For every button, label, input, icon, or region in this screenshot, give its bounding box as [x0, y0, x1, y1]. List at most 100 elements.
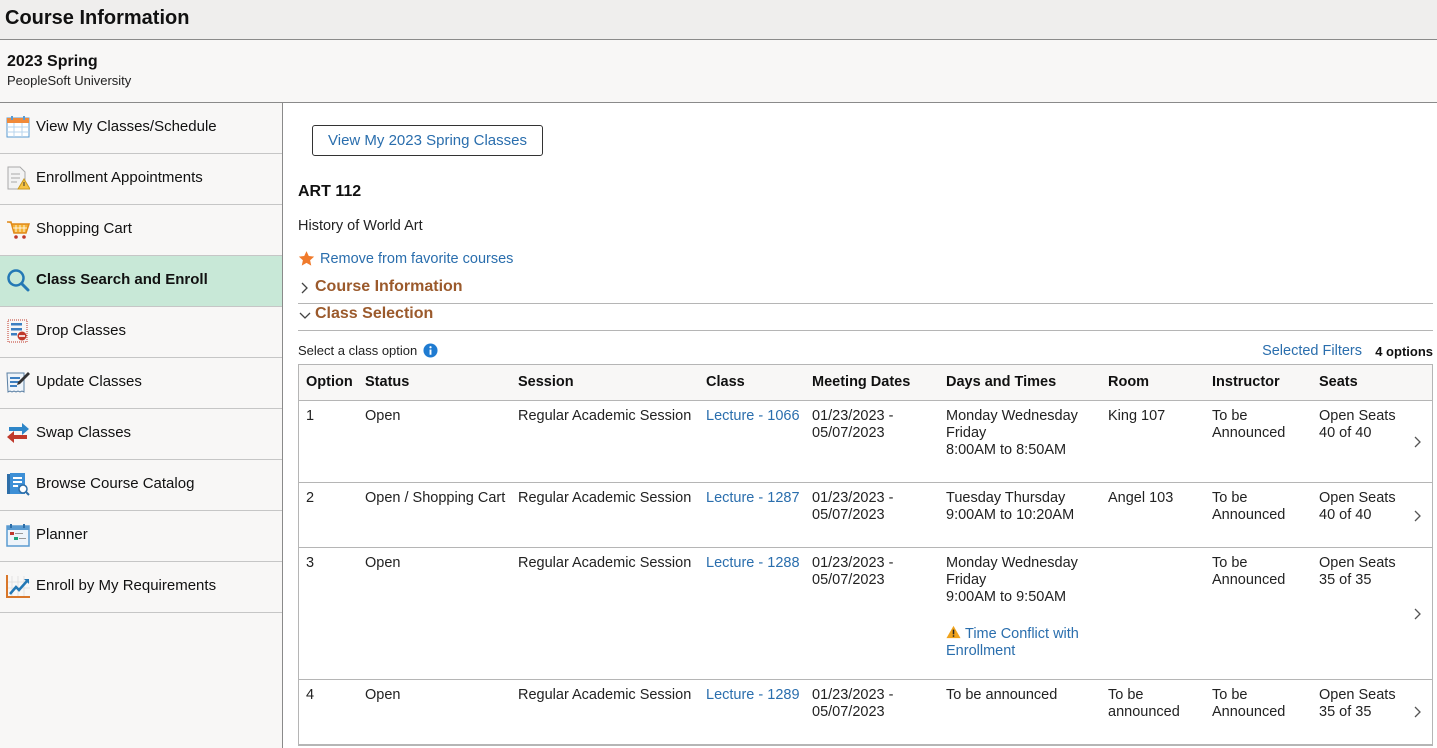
sidebar-item-label: Update Classes [36, 373, 142, 390]
column-header-option: Option [306, 374, 353, 390]
sidebar-item-enrollment-appointments[interactable]: Enrollment Appointments [0, 154, 282, 205]
instructor-line: To be [1212, 687, 1248, 703]
main-content: View My 2023 Spring Classes ART 112 Hist… [284, 103, 1437, 748]
date-end: 05/07/2023 [812, 507, 885, 523]
planner-icon [6, 524, 30, 547]
room-line: King 107 [1108, 408, 1166, 424]
sidebar-item-label: Enroll by My Requirements [36, 577, 217, 594]
date-start: 01/23/2023 - [812, 490, 894, 506]
sidebar-item-shopping-cart[interactable]: Shopping Cart [0, 205, 282, 256]
class-link[interactable]: Lecture - 1066 [706, 408, 800, 425]
cell-room: King 107 [1108, 408, 1165, 425]
days-line: Monday Wednesday [946, 555, 1078, 571]
cell-session: Regular Academic Session [518, 408, 692, 424]
sidebar-item-update-classes[interactable]: Update Classes [0, 358, 282, 409]
sidebar-item-label: Drop Classes [36, 322, 127, 339]
sidebar-item-planner[interactable]: Planner [0, 511, 282, 562]
sidebar-item-swap-classes[interactable]: Swap Classes [0, 409, 282, 460]
cell-days-and-times: To be announced [946, 687, 1057, 704]
swap-arrows-icon [7, 423, 29, 443]
select-class-option-text: Select a class option [298, 343, 418, 358]
selected-filters-link[interactable]: Selected Filters [1262, 343, 1362, 359]
chevron-down-icon [299, 312, 311, 319]
instructor-line: To be [1212, 490, 1248, 506]
instructor-line: To be [1212, 555, 1248, 571]
page-header: Course Information [0, 0, 1437, 40]
cell-option: 1 [306, 408, 315, 424]
chevron-right-icon[interactable] [1413, 607, 1422, 621]
cell-room: Angel 103 [1108, 490, 1173, 507]
cell-meeting-dates: 01/23/2023 - 05/07/2023 [812, 408, 893, 442]
column-header-session: Session [518, 374, 574, 390]
seats-count: 35 of 35 [1319, 704, 1372, 720]
sidebar-item-label: View My Classes/Schedule [36, 118, 217, 135]
table-row[interactable]: 3 Open Regular Academic Session Lecture … [299, 548, 1432, 680]
room-line: announced [1108, 704, 1180, 720]
remove-favorite-link[interactable]: Remove from favorite courses [298, 250, 513, 267]
instructor-line: Announced [1212, 507, 1286, 523]
column-header-status: Status [365, 374, 410, 390]
column-header-meeting-dates: Meeting Dates [812, 374, 911, 390]
sidebar-item-enroll-by-my-requirements[interactable]: Enroll by My Requirements [0, 562, 282, 613]
days-line: Friday [946, 425, 987, 441]
seats-count: 35 of 35 [1319, 572, 1372, 588]
time-conflict-link[interactable]: Time Conflict with Enrollment [946, 625, 1079, 660]
course-title: History of World Art [298, 218, 423, 234]
seats-count: 40 of 40 [1319, 507, 1372, 523]
sidebar-item-view-my-classes[interactable]: View My Classes/Schedule [0, 103, 282, 154]
chevron-right-icon[interactable] [1413, 705, 1422, 719]
section-class-selection[interactable]: Class Selection [298, 303, 1433, 331]
date-end: 05/07/2023 [812, 704, 885, 720]
sidebar-item-label: Shopping Cart [36, 220, 132, 237]
class-link[interactable]: Lecture - 1289 [706, 687, 800, 704]
term-name: 2023 Spring [7, 53, 98, 70]
days-line: To be announced [946, 687, 1058, 703]
chevron-right-icon[interactable] [1413, 509, 1422, 523]
view-my-classes-button[interactable]: View My 2023 Spring Classes [312, 125, 543, 156]
cell-seats: Open Seats 40 of 40 [1319, 490, 1396, 524]
class-link[interactable]: Lecture - 1287 [706, 490, 800, 507]
seats-label: Open Seats [1319, 555, 1396, 571]
cell-status: Open [365, 555, 401, 571]
sidebar-item-class-search-and-enroll[interactable]: Class Search and Enroll [0, 256, 282, 307]
info-icon[interactable] [423, 343, 438, 358]
sidebar-item-label: Planner [36, 526, 88, 543]
cell-instructor: To be Announced [1212, 408, 1285, 442]
instructor-line: Announced [1212, 572, 1286, 588]
sidebar-item-drop-classes[interactable]: Drop Classes [0, 307, 282, 358]
institution-name: PeopleSoft University [7, 73, 132, 88]
cell-days-and-times: Tuesday Thursday 9:00AM to 10:20AM [946, 490, 1074, 524]
column-header-room: Room [1108, 374, 1150, 390]
course-code: ART 112 [298, 183, 362, 200]
cell-instructor: To be Announced [1212, 555, 1285, 589]
table-row[interactable]: 4 Open Regular Academic Session Lecture … [299, 680, 1432, 744]
date-start: 01/23/2023 - [812, 408, 894, 424]
sidebar-item-label: Class Search and Enroll [36, 271, 208, 288]
chevron-right-icon[interactable] [1413, 435, 1422, 449]
date-end: 05/07/2023 [812, 425, 885, 441]
class-link[interactable]: Lecture - 1288 [706, 555, 800, 572]
table-row[interactable]: 2 Open / Shopping Cart Regular Academic … [299, 483, 1432, 548]
conflict-text: Enrollment [946, 643, 1016, 659]
cell-days-and-times: Monday Wednesday Friday 8:00AM to 8:50AM [946, 408, 1078, 459]
sidebar-item-browse-course-catalog[interactable]: Browse Course Catalog [0, 460, 282, 511]
class-options-table: Option Status Session Class Meeting Date… [298, 364, 1433, 746]
cell-status: Open / Shopping Cart [365, 490, 506, 506]
section-course-information[interactable]: Course Information [298, 276, 1433, 304]
seats-count: 40 of 40 [1319, 425, 1372, 441]
cell-instructor: To be Announced [1212, 490, 1285, 524]
cell-seats: Open Seats 40 of 40 [1319, 408, 1396, 442]
cell-option: 3 [306, 555, 315, 571]
room-line: Angel 103 [1108, 490, 1174, 506]
room-line: To be [1108, 687, 1144, 703]
instructor-line: Announced [1212, 704, 1286, 720]
cell-meeting-dates: 01/23/2023 - 05/07/2023 [812, 555, 893, 589]
document-warning-icon [7, 166, 30, 190]
term-banner: 2023 Spring PeopleSoft University [0, 40, 1437, 103]
shopping-cart-icon [7, 221, 30, 239]
table-row[interactable]: 1 Open Regular Academic Session Lecture … [299, 401, 1432, 483]
cell-status: Open [365, 408, 401, 424]
cell-meeting-dates: 01/23/2023 - 05/07/2023 [812, 490, 893, 524]
section-title: Course Information [315, 278, 463, 295]
cell-option: 4 [306, 687, 315, 703]
